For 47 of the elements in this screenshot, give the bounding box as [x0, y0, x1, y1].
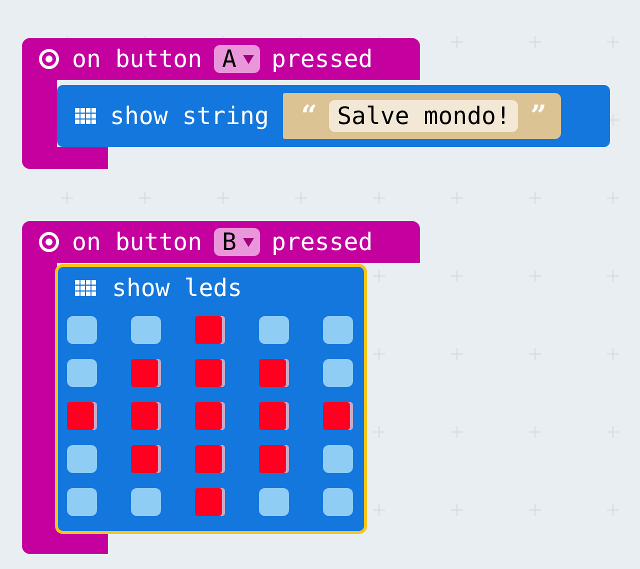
led-toggle[interactable] [67, 402, 94, 430]
caret-icon [242, 54, 254, 64]
block-label: pressed [272, 47, 373, 71]
led-toggle[interactable] [259, 316, 289, 344]
led-toggle[interactable] [195, 402, 222, 430]
block-label: on button [72, 230, 202, 254]
led-toggle[interactable] [323, 359, 353, 387]
led-toggle[interactable] [195, 445, 222, 473]
led-toggle[interactable] [323, 445, 353, 473]
button-dropdown[interactable]: B [214, 228, 260, 256]
text-block[interactable]: “ Salve mondo! ” [282, 93, 561, 139]
block-label: on button [72, 47, 202, 71]
show-string-block[interactable]: show string “ Salve mondo! ” [57, 85, 610, 147]
led-toggle[interactable] [67, 488, 97, 516]
led-toggle[interactable] [323, 488, 353, 516]
block-label: show string [110, 104, 269, 128]
led-toggle[interactable] [67, 316, 97, 344]
close-quote: ” [530, 102, 547, 130]
block-label: show leds [112, 276, 242, 300]
led-toggle[interactable] [67, 445, 97, 473]
text-value-field[interactable]: Salve mondo! [329, 100, 518, 132]
block-label: pressed [272, 230, 373, 254]
event-block-header[interactable]: on button B pressed [22, 221, 420, 263]
grid-icon [75, 280, 96, 296]
led-toggle[interactable] [195, 488, 222, 516]
event-block-header[interactable]: on button A pressed [22, 38, 420, 80]
led-toggle[interactable] [131, 316, 161, 344]
led-toggle[interactable] [131, 488, 161, 516]
led-toggle[interactable] [195, 316, 222, 344]
grid-icon [75, 108, 96, 124]
led-toggle[interactable] [323, 316, 353, 344]
led-toggle[interactable] [259, 488, 289, 516]
caret-icon [242, 238, 254, 246]
led-toggle[interactable] [195, 359, 222, 387]
led-toggle[interactable] [323, 402, 350, 430]
led-toggle[interactable] [259, 445, 286, 473]
led-toggle[interactable] [131, 445, 158, 473]
led-toggle[interactable] [131, 402, 158, 430]
open-quote: “ [300, 102, 318, 130]
led-toggle[interactable] [259, 402, 286, 430]
led-toggle[interactable] [131, 359, 158, 387]
button-dropdown[interactable]: A [214, 45, 260, 73]
target-icon [38, 48, 60, 70]
led-toggle[interactable] [259, 359, 286, 387]
led-toggle[interactable] [67, 359, 97, 387]
show-leds-block[interactable]: show leds [57, 266, 365, 532]
target-icon [38, 231, 60, 253]
